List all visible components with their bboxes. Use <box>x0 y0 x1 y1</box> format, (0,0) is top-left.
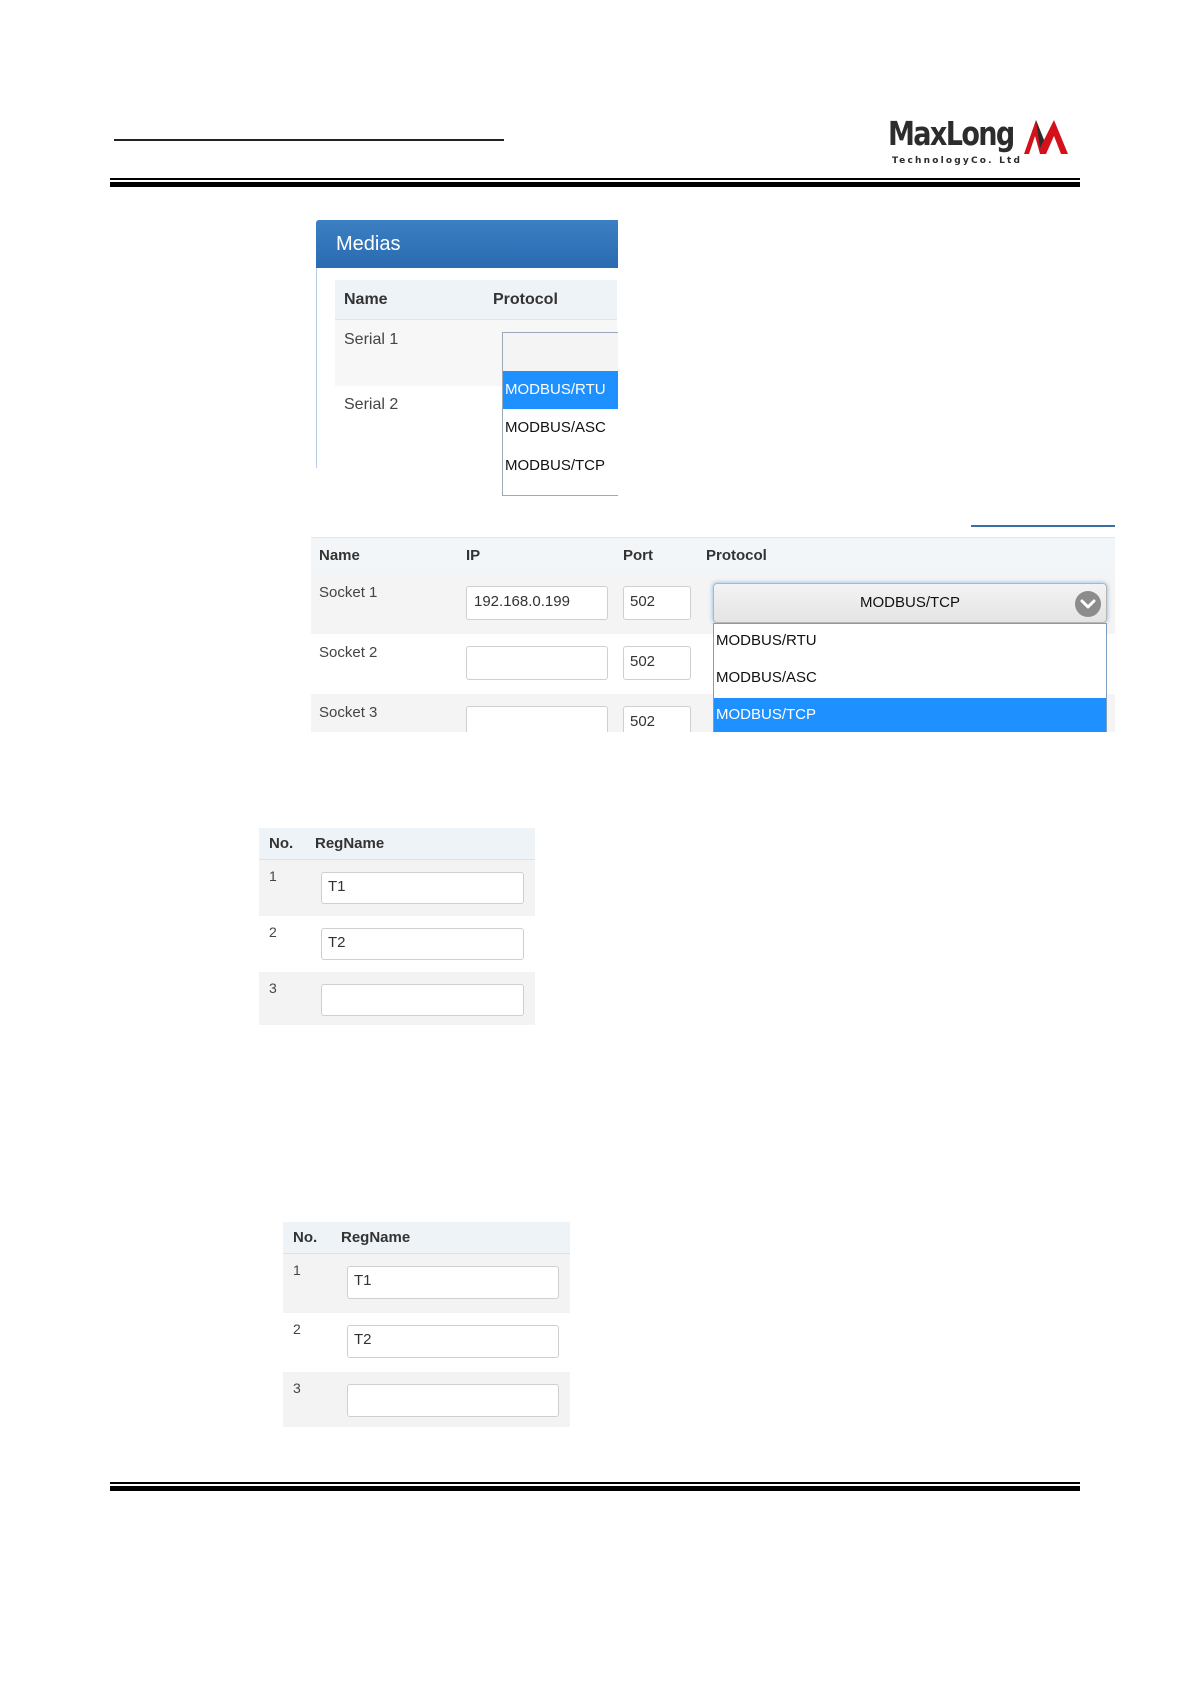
port-input[interactable]: 502 <box>623 586 691 620</box>
medias-table-header: Name Protocol <box>335 280 617 320</box>
reg-table-header: No. RegName <box>283 1222 570 1254</box>
table-row: 3 <box>283 1372 570 1427</box>
dropdown-option-asc[interactable]: MODBUS/ASC <box>503 409 618 447</box>
sockets-table-header: Name IP Port Protocol <box>311 537 1115 575</box>
dropdown-option-rtu[interactable]: MODBUS/RTU <box>714 624 1106 661</box>
media-name: Serial 1 <box>344 331 399 348</box>
column-header-protocol: Protocol <box>706 547 767 564</box>
footer-double-rule <box>110 1482 1080 1491</box>
ip-input[interactable]: 192.168.0.199 <box>466 586 608 620</box>
column-header-regname: RegName <box>315 835 385 852</box>
row-number: 2 <box>269 924 277 940</box>
port-input[interactable]: 502 <box>623 646 691 680</box>
table-row: 3 <box>259 972 535 1025</box>
row-number: 1 <box>269 868 277 884</box>
table-row: 1 T1 <box>259 860 535 916</box>
protocol-dropdown-list[interactable]: MODBUS/RTU MODBUS/ASC MODBUS/TCP <box>713 623 1107 732</box>
row-number: 3 <box>293 1380 301 1396</box>
protocol-select[interactable]: MODBUS/TCP <box>713 583 1107 623</box>
logo-text: MaxLong <box>888 114 1015 153</box>
dropdown-option-rtu[interactable]: MODBUS/RTU <box>503 371 618 409</box>
reg-table-2: No. RegName 1 T1 2 T2 3 <box>283 1222 570 1427</box>
column-header-ip: IP <box>466 547 481 564</box>
medias-panel-header: Medias <box>316 220 618 268</box>
regname-input[interactable]: T2 <box>321 928 524 960</box>
table-row: 1 T1 <box>283 1254 570 1313</box>
column-header-name: Name <box>319 547 360 564</box>
maxlong-logo: MaxLong TechnologyCo. Ltd <box>888 114 1068 168</box>
ip-input[interactable] <box>466 706 608 732</box>
column-header-port: Port <box>623 547 653 564</box>
column-header-name: Name <box>344 291 388 308</box>
media-name: Serial 2 <box>344 396 399 413</box>
ip-input[interactable] <box>466 646 608 680</box>
header-thin-rule <box>114 139 504 141</box>
regname-input[interactable] <box>347 1384 559 1417</box>
chevron-down-icon[interactable] <box>1075 591 1101 617</box>
reg-table-header: No. RegName <box>259 828 535 860</box>
dropdown-option-tcp[interactable]: MODBUS/TCP <box>503 447 618 485</box>
socket-name: Socket 1 <box>319 584 378 601</box>
row-number: 1 <box>293 1262 301 1278</box>
column-header-regname: RegName <box>341 1229 411 1246</box>
regname-input[interactable]: T1 <box>347 1266 559 1299</box>
reg-table-1: No. RegName 1 T1 2 T2 3 <box>259 828 535 1025</box>
column-header-no: No. <box>269 835 294 852</box>
medias-panel: Medias Name Protocol Serial 1 Serial 2 M… <box>316 218 618 496</box>
row-number: 2 <box>293 1321 301 1337</box>
protocol-selected-value: MODBUS/TCP <box>859 594 960 611</box>
dropdown-option-asc[interactable]: MODBUS/ASC <box>714 661 1106 698</box>
tab-underline <box>971 525 1115 527</box>
column-header-no: No. <box>293 1229 318 1246</box>
logo-subtext: TechnologyCo. Ltd <box>892 156 1023 166</box>
regname-input[interactable] <box>321 984 524 1016</box>
socket-name: Socket 3 <box>319 704 378 721</box>
regname-input[interactable]: T2 <box>347 1325 559 1358</box>
protocol-select[interactable] <box>503 333 618 372</box>
table-row: 2 T2 <box>283 1313 570 1372</box>
logo-m-mark-icon <box>1024 120 1068 154</box>
protocol-dropdown[interactable]: MODBUS/RTU MODBUS/ASC MODBUS/TCP <box>502 332 618 496</box>
socket-name: Socket 2 <box>319 644 378 661</box>
regname-input[interactable]: T1 <box>321 872 524 904</box>
medias-title: Medias <box>336 233 401 255</box>
column-header-protocol: Protocol <box>493 291 558 308</box>
dropdown-option-tcp[interactable]: MODBUS/TCP <box>714 698 1106 732</box>
row-number: 3 <box>269 980 277 996</box>
header-double-rule <box>110 178 1080 187</box>
port-input[interactable]: 502 <box>623 706 691 732</box>
table-row: 2 T2 <box>259 916 535 972</box>
sockets-panel: Name IP Port Protocol Socket 1 192.168.0… <box>311 525 1115 732</box>
